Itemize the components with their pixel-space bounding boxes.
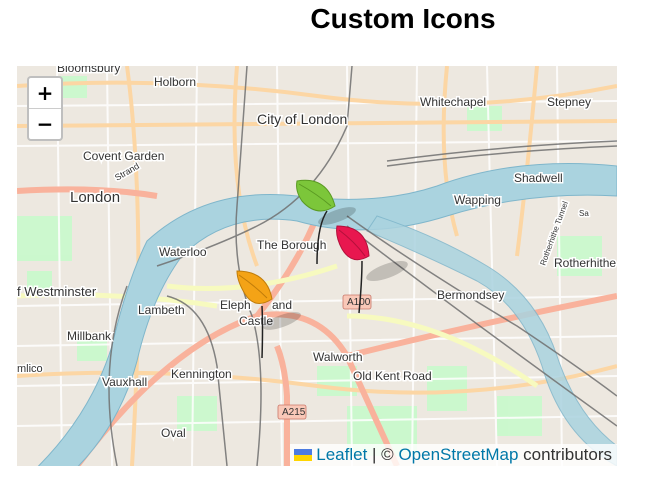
ukraine-flag-icon [294, 449, 313, 461]
map-label-old-kent-road: Old Kent Road [353, 369, 432, 383]
zoom-out-button[interactable]: − [29, 109, 61, 139]
map-label-city: City of London [257, 111, 347, 127]
map-label-millbank: Millbank [67, 329, 112, 343]
map-label-stepney: Stepney [547, 95, 591, 109]
attribution-separator: | © [367, 445, 399, 464]
leaflet-link[interactable]: Leaflet [316, 445, 367, 464]
map-label-shadwell: Shadwell [514, 171, 563, 185]
map-label-and: and [272, 298, 292, 312]
map-label-kennington: Kennington [171, 367, 232, 381]
map-label-mlico: mlico [17, 363, 43, 375]
map-label-holborn: Holborn [154, 75, 196, 89]
map-label-westminster: f Westminster [17, 284, 97, 299]
zoom-control: + − [27, 76, 63, 141]
map-label-covent-garden: Covent Garden [83, 149, 164, 163]
map-label-borough: The Borough [257, 238, 326, 252]
zoom-in-button[interactable]: + [29, 78, 61, 109]
map-container[interactable]: Bloomsbury Holborn Whitechapel Stepney C… [17, 66, 617, 466]
map-label-london: London [70, 189, 120, 206]
map-label-bermondsey: Bermondsey [437, 288, 504, 302]
map-label-vauxhall: Vauxhall [102, 375, 147, 389]
map-label-oval: Oval [161, 426, 186, 440]
map-attribution: Leaflet | © OpenStreetMap contributors [290, 444, 617, 466]
map-label-rotherhithe: Rotherhithe [554, 256, 616, 270]
map-label-elephant: Eleph [220, 298, 251, 312]
map-label-wapping: Wapping [454, 193, 501, 207]
map-label-lambeth: Lambeth [138, 303, 185, 317]
attribution-contributors: contributors [518, 445, 612, 464]
map-tiles[interactable]: Bloomsbury Holborn Whitechapel Stepney C… [17, 66, 617, 466]
map-label-sa: Sa [579, 209, 589, 218]
map-label-bloomsbury: Bloomsbury [57, 66, 120, 75]
map-label-whitechapel: Whitechapel [420, 95, 486, 109]
map-label-waterloo: Waterloo [159, 245, 207, 259]
map-label-walworth: Walworth [313, 350, 363, 364]
road-shield-a215-label: A215 [282, 407, 306, 418]
page-title: Custom Icons [310, 3, 496, 34]
openstreetmap-link[interactable]: OpenStreetMap [398, 445, 518, 464]
